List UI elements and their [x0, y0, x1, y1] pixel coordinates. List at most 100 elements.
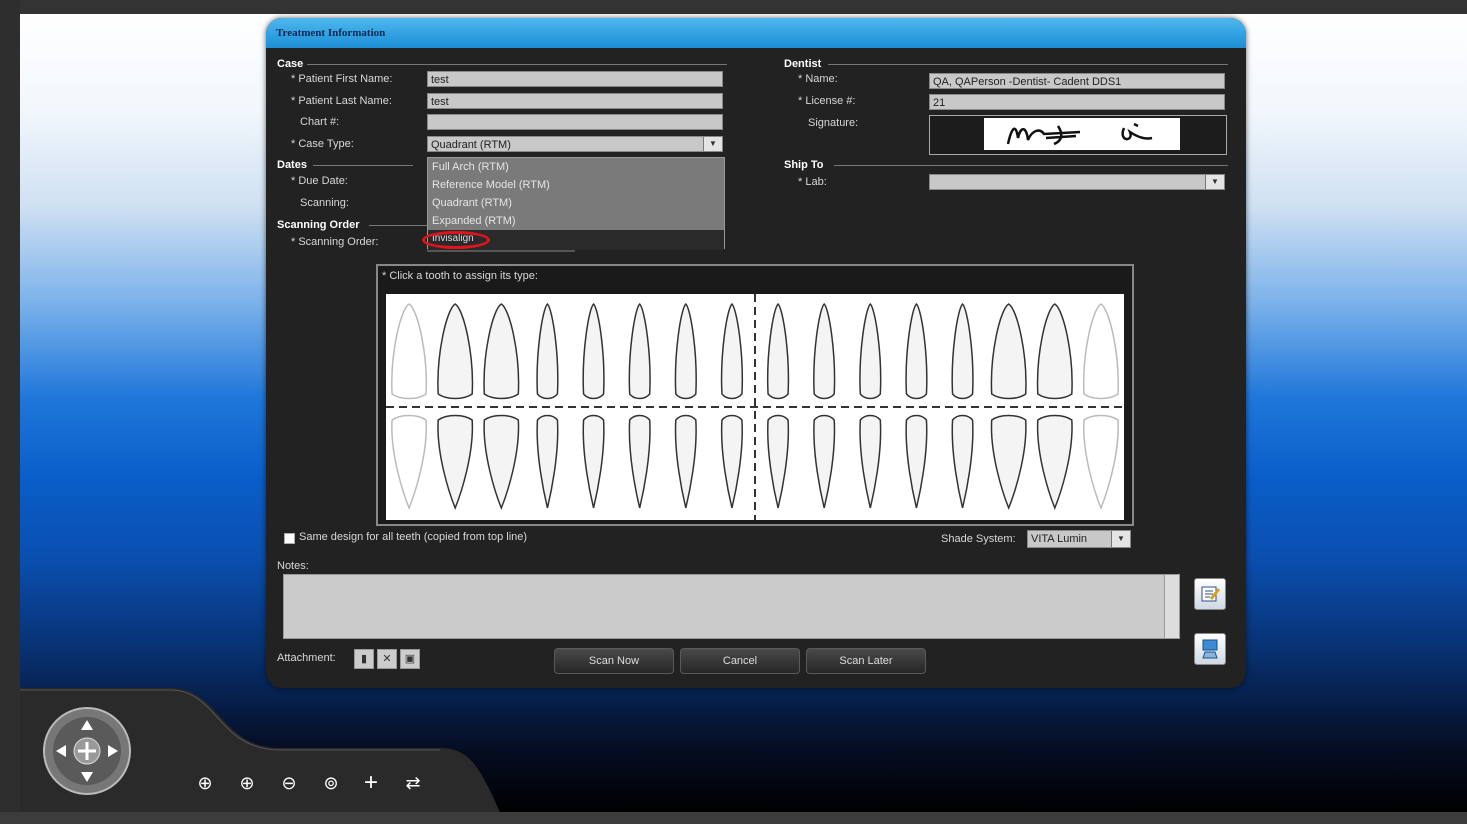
signature-label: Signature:	[808, 117, 859, 129]
chevron-down-icon[interactable]: ▼	[1111, 531, 1130, 547]
lower-tooth[interactable]	[990, 414, 1027, 510]
rotate-icon[interactable]: ⇄	[400, 770, 426, 796]
lower-tooth[interactable]	[951, 414, 974, 509]
treatment-information-dialog: Treatment Information Case * Patient Fir…	[266, 18, 1246, 688]
lower-tooth[interactable]	[536, 414, 559, 509]
zoom-in-alt-icon[interactable]: ⊕	[234, 770, 260, 796]
license-field[interactable]: 21	[929, 94, 1225, 110]
upper-tooth[interactable]	[720, 302, 744, 400]
same-design-checkbox[interactable]	[284, 533, 295, 544]
pan-icon[interactable]: +	[358, 770, 384, 796]
attachment-label: Attachment:	[277, 652, 336, 664]
lower-tooth[interactable]	[582, 414, 605, 509]
dentist-section-header: Dentist	[784, 58, 1228, 70]
lower-tooth[interactable]	[1083, 414, 1119, 510]
first-name-label: * Patient First Name:	[291, 73, 393, 85]
lower-tooth[interactable]	[813, 414, 836, 509]
notes-textarea[interactable]	[283, 574, 1180, 639]
attach-file-icon[interactable]: ▮	[354, 649, 374, 669]
scanning-order-label: * Scanning Order:	[291, 236, 379, 248]
lab-select[interactable]: ▼	[929, 174, 1225, 190]
zoom-fit-icon[interactable]: ⊚	[318, 770, 344, 796]
view-attachment-icon[interactable]: ▣	[400, 649, 420, 669]
upper-tooth[interactable]	[483, 303, 520, 400]
scanning-order-section-label: Scanning Order	[277, 219, 360, 231]
signature-box	[929, 115, 1227, 155]
dialog-title-bar	[266, 18, 1246, 48]
upper-tooth[interactable]	[582, 302, 605, 400]
case-type-value: Quadrant (RTM)	[431, 139, 511, 151]
scan-now-button[interactable]: Scan Now	[554, 648, 674, 674]
scanning-label: Scanning:	[300, 197, 349, 209]
upper-tooth[interactable]	[1082, 303, 1119, 400]
scanner-icon[interactable]	[1194, 633, 1226, 665]
cancel-button[interactable]: Cancel	[680, 648, 800, 674]
last-name-field[interactable]: test	[427, 93, 723, 109]
case-type-option[interactable]: Quadrant (RTM)	[428, 194, 724, 212]
dialog-title: Treatment Information	[276, 27, 386, 39]
upper-tooth[interactable]	[766, 302, 790, 400]
upper-tooth[interactable]	[437, 303, 474, 400]
due-date-label: * Due Date:	[291, 175, 348, 187]
upper-tooth[interactable]	[990, 303, 1027, 400]
lower-tooth[interactable]	[767, 414, 790, 509]
case-type-select[interactable]: Quadrant (RTM) ▼	[427, 136, 723, 152]
edit-notes-icon[interactable]	[1194, 578, 1226, 610]
tooth-chart-panel: * Click a tooth to assign its type:	[376, 264, 1134, 526]
tooth-chart-instruction: * Click a tooth to assign its type:	[382, 270, 538, 282]
case-type-option[interactable]: Reference Model (RTM)	[428, 176, 724, 194]
dentist-section-label: Dentist	[784, 58, 822, 70]
chevron-down-icon[interactable]: ▼	[1205, 175, 1224, 189]
dentist-name-label: * Name:	[798, 73, 838, 85]
case-section-header: Case	[277, 58, 727, 70]
lower-tooth[interactable]	[905, 414, 928, 509]
lower-tooth[interactable]	[674, 414, 697, 509]
zoom-in-icon[interactable]: ⊕	[192, 770, 218, 796]
case-section-label: Case	[277, 58, 304, 70]
signature-image	[984, 118, 1180, 150]
upper-tooth[interactable]	[391, 303, 428, 400]
upper-tooth[interactable]	[536, 302, 559, 400]
lower-tooth[interactable]	[720, 414, 743, 509]
highlight-circle	[422, 231, 490, 249]
upper-tooth[interactable]	[674, 302, 697, 400]
scan-later-button[interactable]: Scan Later	[806, 648, 926, 674]
chart-number-field[interactable]	[427, 114, 723, 130]
remove-attachment-icon[interactable]: ✕	[377, 649, 397, 669]
shade-system-value: VITA Lumin	[1031, 533, 1088, 545]
upper-tooth[interactable]	[813, 302, 836, 400]
zoom-out-icon[interactable]: ⊖	[276, 770, 302, 796]
lower-tooth[interactable]	[859, 414, 882, 509]
ship-to-section-label: Ship To	[784, 159, 824, 171]
lower-tooth[interactable]	[391, 414, 427, 510]
notes-scrollbar[interactable]	[1164, 575, 1179, 638]
upper-tooth[interactable]	[628, 302, 651, 400]
lower-tooth[interactable]	[628, 414, 651, 509]
scanning-order-section-header: Scanning Order	[277, 219, 429, 231]
case-type-option-invisalign[interactable]: Invisalign	[422, 230, 724, 250]
tooth-chart[interactable]	[386, 294, 1124, 520]
case-type-option[interactable]: Expanded (RTM)	[428, 212, 724, 230]
navigation-joystick-icon[interactable]	[42, 706, 132, 796]
lower-tooth[interactable]	[437, 414, 474, 510]
same-design-label: Same design for all teeth (copied from t…	[299, 531, 528, 543]
case-type-option[interactable]: Full Arch (RTM)	[428, 158, 724, 176]
upper-tooth[interactable]	[1036, 303, 1073, 400]
upper-tooth[interactable]	[951, 302, 974, 400]
case-type-label: * Case Type:	[291, 138, 354, 150]
upper-tooth[interactable]	[905, 302, 928, 400]
last-name-label: * Patient Last Name:	[291, 95, 392, 107]
shade-system-select[interactable]: VITA Lumin ▼	[1027, 530, 1131, 548]
lower-tooth[interactable]	[1036, 414, 1073, 510]
upper-tooth[interactable]	[859, 302, 882, 400]
chevron-down-icon[interactable]: ▼	[703, 137, 722, 151]
dates-section-label: Dates	[277, 159, 307, 171]
dentist-name-field[interactable]: QA, QAPerson -Dentist- Cadent DDS1	[929, 73, 1225, 89]
license-label: * License #:	[798, 95, 856, 107]
dates-section-header: Dates	[277, 159, 413, 171]
chart-number-label: Chart #:	[300, 116, 340, 128]
lower-tooth[interactable]	[483, 414, 520, 510]
case-type-dropdown-list: Full Arch (RTM) Reference Model (RTM) Qu…	[422, 157, 725, 250]
first-name-field[interactable]: test	[427, 71, 723, 87]
lab-label: * Lab:	[798, 176, 827, 188]
